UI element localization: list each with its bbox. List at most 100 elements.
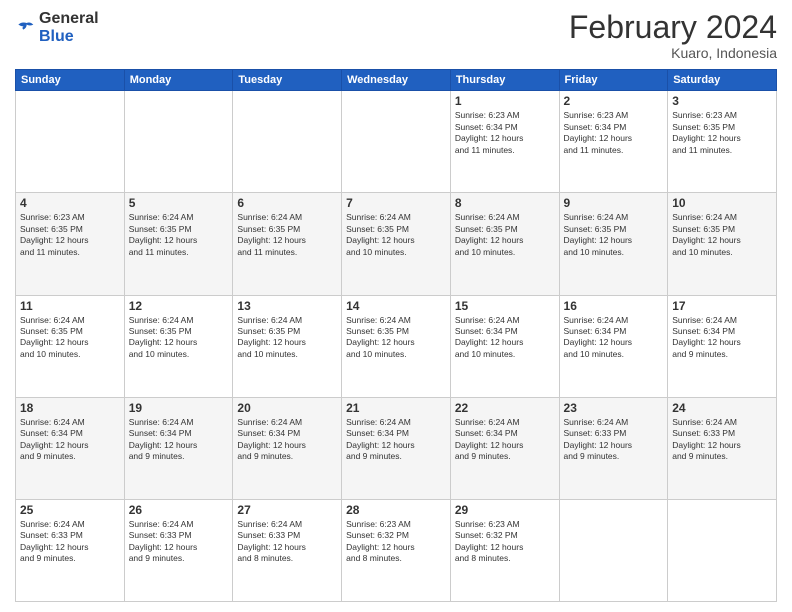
logo-text: General Blue	[39, 10, 99, 45]
day-number: 22	[455, 401, 555, 415]
calendar-week-3: 11 Sunrise: 6:24 AM Sunset: 6:35 PM Dayli…	[16, 295, 777, 397]
day-number: 10	[672, 196, 772, 210]
main-title: February 2024	[569, 10, 777, 45]
day-number: 1	[455, 94, 555, 108]
calendar-cell: 1Sunrise: 6:23 AM Sunset: 6:34 PM Daylig…	[450, 91, 559, 193]
day-number: 2	[564, 94, 664, 108]
day-number: 16	[564, 299, 664, 313]
day-info: Sunrise: 6:24 AM Sunset: 6:34 PM Dayligh…	[564, 315, 664, 361]
calendar-cell: 29Sunrise: 6:23 AM Sunset: 6:32 PM Dayli…	[450, 499, 559, 601]
calendar-cell: 10 Sunrise: 6:24 AM Sunset: 6:35 PM Dayli…	[668, 193, 777, 295]
calendar-cell: 11 Sunrise: 6:24 AM Sunset: 6:35 PM Dayli…	[16, 295, 125, 397]
day-info: Sunrise: 6:24 AM Sunset: 6:35 PM Dayligh…	[237, 212, 337, 258]
day-number: 11	[20, 299, 120, 313]
day-number: 9	[564, 196, 664, 210]
calendar-header-row: SundayMondayTuesdayWednesdayThursdayFrid…	[16, 70, 777, 91]
calendar-cell: 27 Sunrise: 6:24 AM Sunset: 6:33 PM Dayli…	[233, 499, 342, 601]
calendar-cell: 23Sunrise: 6:24 AM Sunset: 6:33 PM Dayli…	[559, 397, 668, 499]
day-info: Sunrise: 6:24 AM Sunset: 6:33 PM Dayligh…	[237, 519, 337, 565]
day-number: 29	[455, 503, 555, 517]
calendar-cell: 25 Sunrise: 6:24 AM Sunset: 6:33 PM Dayli…	[16, 499, 125, 601]
day-info: Sunrise: 6:23 AM Sunset: 6:32 PM Dayligh…	[346, 519, 446, 565]
day-info: Sunrise: 6:24 AM Sunset: 6:35 PM Dayligh…	[20, 315, 120, 361]
day-number: 14	[346, 299, 446, 313]
day-number: 25	[20, 503, 120, 517]
day-info: Sunrise: 6:24 AM Sunset: 6:35 PM Dayligh…	[346, 315, 446, 361]
calendar-table: SundayMondayTuesdayWednesdayThursdayFrid…	[15, 69, 777, 602]
subtitle: Kuaro, Indonesia	[569, 45, 777, 61]
calendar-cell: 14 Sunrise: 6:24 AM Sunset: 6:35 PM Dayli…	[342, 295, 451, 397]
day-info: Sunrise: 6:24 AM Sunset: 6:35 PM Dayligh…	[237, 315, 337, 361]
calendar-cell: 6 Sunrise: 6:24 AM Sunset: 6:35 PM Daylig…	[233, 193, 342, 295]
calendar-week-5: 25 Sunrise: 6:24 AM Sunset: 6:33 PM Dayli…	[16, 499, 777, 601]
day-info: Sunrise: 6:24 AM Sunset: 6:33 PM Dayligh…	[20, 519, 120, 565]
calendar-cell: 12Sunrise: 6:24 AM Sunset: 6:35 PM Dayli…	[124, 295, 233, 397]
calendar-cell: 3 Sunrise: 6:23 AM Sunset: 6:35 PM Daylig…	[668, 91, 777, 193]
day-info: Sunrise: 6:24 AM Sunset: 6:35 PM Dayligh…	[346, 212, 446, 258]
calendar-cell: 24 Sunrise: 6:24 AM Sunset: 6:33 PM Dayli…	[668, 397, 777, 499]
day-info: Sunrise: 6:24 AM Sunset: 6:34 PM Dayligh…	[455, 417, 555, 463]
calendar-cell: 28 Sunrise: 6:23 AM Sunset: 6:32 PM Dayli…	[342, 499, 451, 601]
day-info: Sunrise: 6:24 AM Sunset: 6:35 PM Dayligh…	[672, 212, 772, 258]
calendar-cell: 15Sunrise: 6:24 AM Sunset: 6:34 PM Dayli…	[450, 295, 559, 397]
day-number: 24	[672, 401, 772, 415]
calendar-cell: 8 Sunrise: 6:24 AM Sunset: 6:35 PM Daylig…	[450, 193, 559, 295]
calendar-cell: 17 Sunrise: 6:24 AM Sunset: 6:34 PM Dayli…	[668, 295, 777, 397]
calendar-cell	[668, 499, 777, 601]
calendar-cell: 22 Sunrise: 6:24 AM Sunset: 6:34 PM Dayli…	[450, 397, 559, 499]
logo-general: General	[39, 10, 99, 28]
day-info: Sunrise: 6:24 AM Sunset: 6:35 PM Dayligh…	[455, 212, 555, 258]
calendar-cell: 4 Sunrise: 6:23 AM Sunset: 6:35 PM Daylig…	[16, 193, 125, 295]
day-info: Sunrise: 6:24 AM Sunset: 6:34 PM Dayligh…	[455, 315, 555, 361]
calendar-cell	[16, 91, 125, 193]
day-info: Sunrise: 6:23 AM Sunset: 6:35 PM Dayligh…	[672, 110, 772, 156]
calendar-cell: 26Sunrise: 6:24 AM Sunset: 6:33 PM Dayli…	[124, 499, 233, 601]
calendar-cell: 5Sunrise: 6:24 AM Sunset: 6:35 PM Daylig…	[124, 193, 233, 295]
day-number: 27	[237, 503, 337, 517]
calendar-cell	[559, 499, 668, 601]
calendar-cell	[342, 91, 451, 193]
day-info: Sunrise: 6:24 AM Sunset: 6:34 PM Dayligh…	[237, 417, 337, 463]
weekday-header-thursday: Thursday	[450, 70, 559, 91]
weekday-header-saturday: Saturday	[668, 70, 777, 91]
day-info: Sunrise: 6:24 AM Sunset: 6:33 PM Dayligh…	[564, 417, 664, 463]
day-number: 28	[346, 503, 446, 517]
day-number: 4	[20, 196, 120, 210]
day-number: 20	[237, 401, 337, 415]
day-info: Sunrise: 6:24 AM Sunset: 6:34 PM Dayligh…	[672, 315, 772, 361]
day-number: 19	[129, 401, 229, 415]
header: General Blue February 2024 Kuaro, Indone…	[15, 10, 777, 61]
calendar-cell: 9 Sunrise: 6:24 AM Sunset: 6:35 PM Daylig…	[559, 193, 668, 295]
day-info: Sunrise: 6:24 AM Sunset: 6:35 PM Dayligh…	[564, 212, 664, 258]
calendar-cell: 16 Sunrise: 6:24 AM Sunset: 6:34 PM Dayli…	[559, 295, 668, 397]
calendar-cell	[124, 91, 233, 193]
calendar-cell: 18 Sunrise: 6:24 AM Sunset: 6:34 PM Dayli…	[16, 397, 125, 499]
day-info: Sunrise: 6:24 AM Sunset: 6:35 PM Dayligh…	[129, 212, 229, 258]
day-info: Sunrise: 6:24 AM Sunset: 6:35 PM Dayligh…	[129, 315, 229, 361]
day-number: 26	[129, 503, 229, 517]
weekday-header-friday: Friday	[559, 70, 668, 91]
day-info: Sunrise: 6:24 AM Sunset: 6:34 PM Dayligh…	[20, 417, 120, 463]
day-number: 8	[455, 196, 555, 210]
day-number: 7	[346, 196, 446, 210]
weekday-header-sunday: Sunday	[16, 70, 125, 91]
logo: General Blue	[15, 10, 99, 45]
day-number: 6	[237, 196, 337, 210]
day-number: 21	[346, 401, 446, 415]
weekday-header-monday: Monday	[124, 70, 233, 91]
calendar-week-2: 4 Sunrise: 6:23 AM Sunset: 6:35 PM Daylig…	[16, 193, 777, 295]
calendar-cell: 19Sunrise: 6:24 AM Sunset: 6:34 PM Dayli…	[124, 397, 233, 499]
day-number: 3	[672, 94, 772, 108]
weekday-header-wednesday: Wednesday	[342, 70, 451, 91]
day-info: Sunrise: 6:24 AM Sunset: 6:34 PM Dayligh…	[346, 417, 446, 463]
calendar-week-1: 1 Sunrise: 6:23 AM Sunset: 6:34 PM Daylig…	[16, 91, 777, 193]
day-info: Sunrise: 6:23 AM Sunset: 6:35 PM Dayligh…	[20, 212, 120, 258]
logo-blue: Blue	[39, 28, 99, 46]
calendar-cell: 20 Sunrise: 6:24 AM Sunset: 6:34 PM Dayli…	[233, 397, 342, 499]
weekday-header-tuesday: Tuesday	[233, 70, 342, 91]
day-number: 18	[20, 401, 120, 415]
day-info: Sunrise: 6:23 AM Sunset: 6:34 PM Dayligh…	[564, 110, 664, 156]
day-number: 17	[672, 299, 772, 313]
logo-bird-icon	[15, 18, 35, 38]
day-info: Sunrise: 6:24 AM Sunset: 6:33 PM Dayligh…	[672, 417, 772, 463]
